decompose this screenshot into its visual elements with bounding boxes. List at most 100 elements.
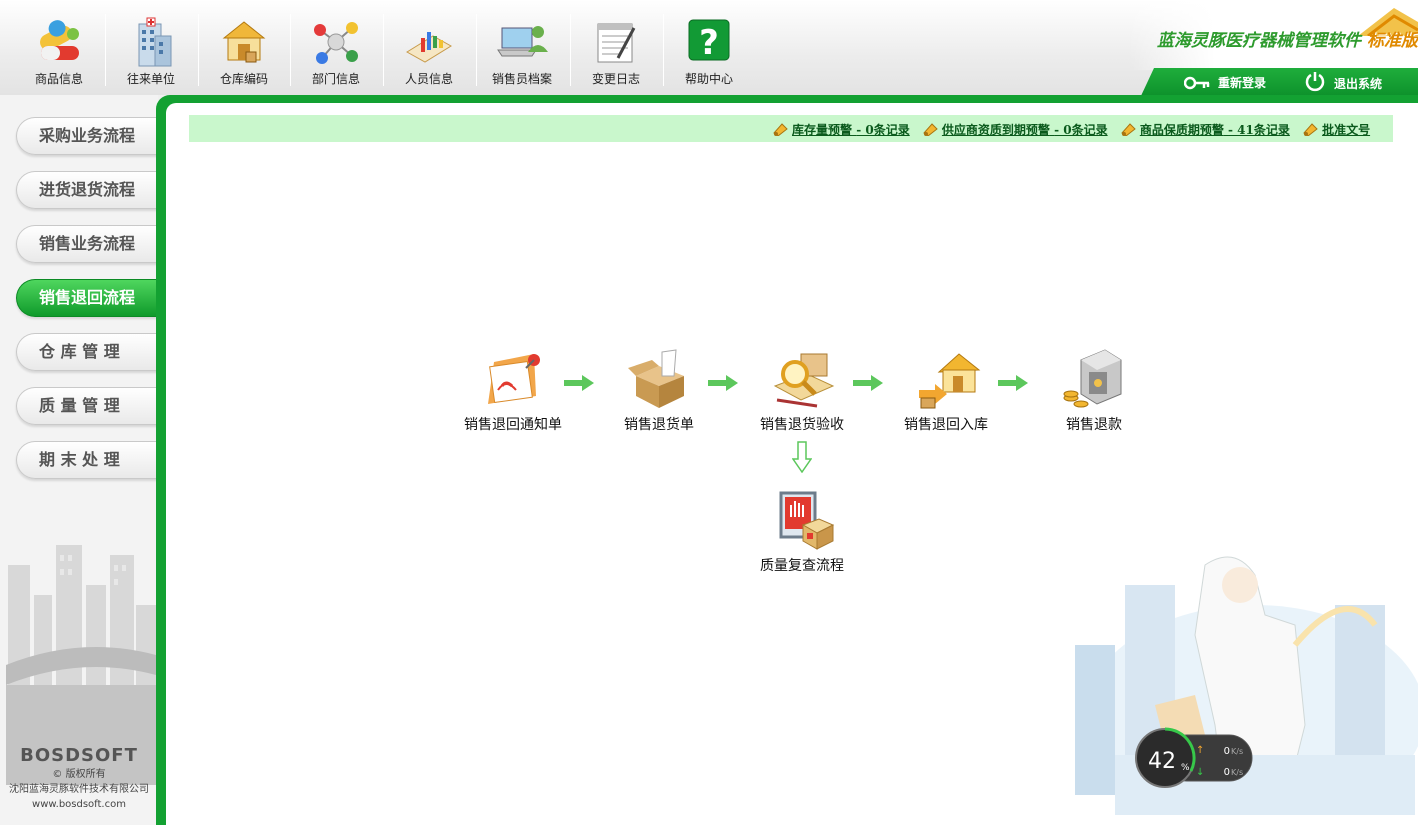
box-icon bbox=[624, 346, 694, 412]
alert-approval-number[interactable]: 批准文号 bbox=[1303, 121, 1370, 138]
company-url: www.bosdsoft.com bbox=[32, 799, 126, 810]
top-actions-bar: 重新登录 退出系统 bbox=[1140, 68, 1418, 98]
alert-stock-level[interactable]: 库存量预警 - 0条记录 bbox=[773, 121, 910, 138]
flow-step-refund[interactable]: 销售退款 bbox=[1054, 346, 1134, 434]
building-icon bbox=[125, 16, 177, 68]
inspect-icon bbox=[767, 346, 837, 412]
laptop-user-icon bbox=[496, 16, 548, 68]
sidebar-item-label: 进货退货流程 bbox=[39, 180, 136, 199]
sidebar: 采购业务流程 进货退货流程 销售业务流程 销售退回流程 仓 库 管 理 质 量 … bbox=[0, 95, 166, 825]
alert-count: - 0条记录 bbox=[1054, 123, 1108, 137]
svg-text:?: ? bbox=[699, 23, 719, 63]
download-speed: 0 bbox=[1224, 767, 1230, 778]
flow-arrow-right-icon bbox=[708, 375, 738, 391]
notice-icon bbox=[478, 346, 548, 412]
pills-icon bbox=[33, 16, 85, 68]
sidebar-item-period-end[interactable]: 期 末 处 理 bbox=[16, 441, 166, 479]
warehouse-icon bbox=[218, 16, 270, 68]
upload-arrow-icon: ↑ bbox=[1196, 745, 1204, 756]
toolbar-product-info-button[interactable]: 商品信息 bbox=[13, 14, 105, 89]
sidebar-item-label: 销售退回流程 bbox=[39, 288, 136, 307]
relogin-label: 重新登录 bbox=[1218, 76, 1267, 90]
alert-label: 批准文号 bbox=[1322, 123, 1371, 137]
toolbar-warehouse-code-button[interactable]: 仓库编码 bbox=[198, 14, 290, 89]
toolbar-partner-button[interactable]: 往来单位 bbox=[105, 14, 197, 89]
copyright-line: © 版权所有 bbox=[52, 769, 106, 780]
chart-person-icon bbox=[403, 16, 455, 68]
flow-step-return-stock-in[interactable]: 销售退回入库 bbox=[898, 346, 994, 434]
toolbar-label: 部门信息 bbox=[311, 72, 360, 86]
bell-icon bbox=[923, 123, 938, 136]
download-arrow-icon: ↓ bbox=[1196, 767, 1204, 778]
toolbar-label: 变更日志 bbox=[591, 72, 640, 86]
alert-ticker: 库存量预警 - 0条记录 供应商资质到期预警 - 0条记录 商品保质期预警 - … bbox=[189, 115, 1393, 142]
sidebar-item-warehouse[interactable]: 仓 库 管 理 bbox=[16, 333, 166, 371]
bell-icon bbox=[1121, 123, 1136, 136]
house-icon bbox=[911, 346, 981, 412]
network-speed-widget[interactable]: 42 % ↑ ↓ 0 K/s 0 K/s bbox=[1134, 727, 1254, 789]
alert-label: 商品保质期预警 bbox=[1139, 123, 1224, 137]
alert-supplier-qualification[interactable]: 供应商资质到期预警 - 0条记录 bbox=[923, 121, 1108, 138]
bell-icon bbox=[1303, 123, 1318, 136]
sidebar-item-label: 质 量 管 理 bbox=[39, 396, 120, 415]
upload-speed: 0 bbox=[1224, 746, 1230, 757]
alert-label: 库存量预警 bbox=[792, 123, 853, 137]
flow-step-label: 销售退货验收 bbox=[760, 417, 844, 433]
flow-arrow-down-icon bbox=[792, 441, 812, 473]
bell-icon bbox=[773, 123, 788, 136]
sidebar-item-sales-return-flow[interactable]: 销售退回流程 bbox=[16, 279, 166, 317]
sidebar-item-label: 采购业务流程 bbox=[39, 126, 136, 145]
alert-list: 库存量预警 - 0条记录 供应商资质到期预警 - 0条记录 商品保质期预警 - … bbox=[773, 121, 1379, 139]
sidebar-item-purchase-flow[interactable]: 采购业务流程 bbox=[16, 117, 166, 155]
toolbar-label: 帮助中心 bbox=[684, 72, 733, 86]
brand-title: 蓝海灵豚医疗器械管理软件 标准版 bbox=[1157, 26, 1418, 51]
toolbar-staff-button[interactable]: 人员信息 bbox=[383, 14, 475, 89]
flow-step-label: 销售退款 bbox=[1066, 417, 1122, 433]
relogin-button[interactable]: 重新登录 bbox=[1184, 74, 1266, 91]
cpu-percent-unit: % bbox=[1181, 763, 1190, 773]
toolbar-label: 人员信息 bbox=[404, 72, 453, 86]
flow-step-label: 销售退回通知单 bbox=[464, 417, 562, 433]
toolbar-label: 商品信息 bbox=[34, 72, 83, 86]
flow-step-return-inspection[interactable]: 销售退货验收 bbox=[752, 346, 852, 434]
alert-count: - 41条记录 bbox=[1228, 123, 1290, 137]
logout-button[interactable]: 退出系统 bbox=[1304, 72, 1383, 92]
top-toolbar: 商品信息 往来单位 仓库编码 部门信息 人员信息 销售员档案 变更日志 ? 帮助… bbox=[0, 0, 1418, 98]
toolbar-label: 往来单位 bbox=[126, 72, 175, 86]
power-icon bbox=[1305, 72, 1325, 92]
key-icon bbox=[1184, 76, 1210, 89]
alert-label: 供应商资质到期预警 bbox=[941, 123, 1050, 137]
flow-step-label: 质量复查流程 bbox=[760, 558, 844, 574]
brand-edition: 标准版 bbox=[1367, 31, 1418, 51]
flow-step-label: 销售退回入库 bbox=[904, 417, 988, 433]
sidebar-item-sales-flow[interactable]: 销售业务流程 bbox=[16, 225, 166, 263]
quality-icon bbox=[767, 487, 837, 553]
toolbar-help-button[interactable]: ? 帮助中心 bbox=[663, 14, 755, 89]
sidebar-item-label: 销售业务流程 bbox=[39, 234, 136, 253]
sidebar-item-quality[interactable]: 质 量 管 理 bbox=[16, 387, 166, 425]
sidebar-item-label: 期 末 处 理 bbox=[39, 450, 120, 469]
toolbar-changelog-button[interactable]: 变更日志 bbox=[570, 14, 662, 89]
toolbar-label: 销售员档案 bbox=[491, 72, 552, 86]
company-logo: BOSDSOFT bbox=[20, 745, 138, 766]
sidebar-item-purchase-return-flow[interactable]: 进货退货流程 bbox=[16, 171, 166, 209]
flow-step-return-order[interactable]: 销售退货单 bbox=[614, 346, 704, 434]
copyright-block: BOSDSOFT © 版权所有 沈阳蓝海灵豚软件技术有限公司 www.bosds… bbox=[0, 745, 158, 812]
alert-count: - 0条记录 bbox=[856, 123, 910, 137]
flow-step-quality-review[interactable]: 质量复查流程 bbox=[752, 487, 852, 575]
brand-area: 蓝海灵豚医疗器械管理软件 标准版 bbox=[1128, 0, 1418, 70]
notepad-icon bbox=[590, 16, 642, 68]
flow-arrow-right-icon bbox=[853, 375, 883, 391]
flow-step-label: 销售退货单 bbox=[624, 417, 694, 433]
upload-unit: K/s bbox=[1231, 747, 1243, 756]
brand-name: 蓝海灵豚医疗器械管理软件 bbox=[1157, 31, 1361, 51]
toolbar-department-button[interactable]: 部门信息 bbox=[290, 14, 382, 89]
safe-icon bbox=[1059, 346, 1129, 412]
help-icon: ? bbox=[683, 16, 735, 68]
toolbar-salesperson-button[interactable]: 销售员档案 bbox=[476, 14, 568, 89]
flow-step-return-notice[interactable]: 销售退回通知单 bbox=[458, 346, 568, 434]
alert-shelf-life[interactable]: 商品保质期预警 - 41条记录 bbox=[1121, 121, 1290, 138]
toolbar-label: 仓库编码 bbox=[219, 72, 268, 86]
logout-label: 退出系统 bbox=[1334, 76, 1383, 91]
download-unit: K/s bbox=[1231, 768, 1243, 777]
